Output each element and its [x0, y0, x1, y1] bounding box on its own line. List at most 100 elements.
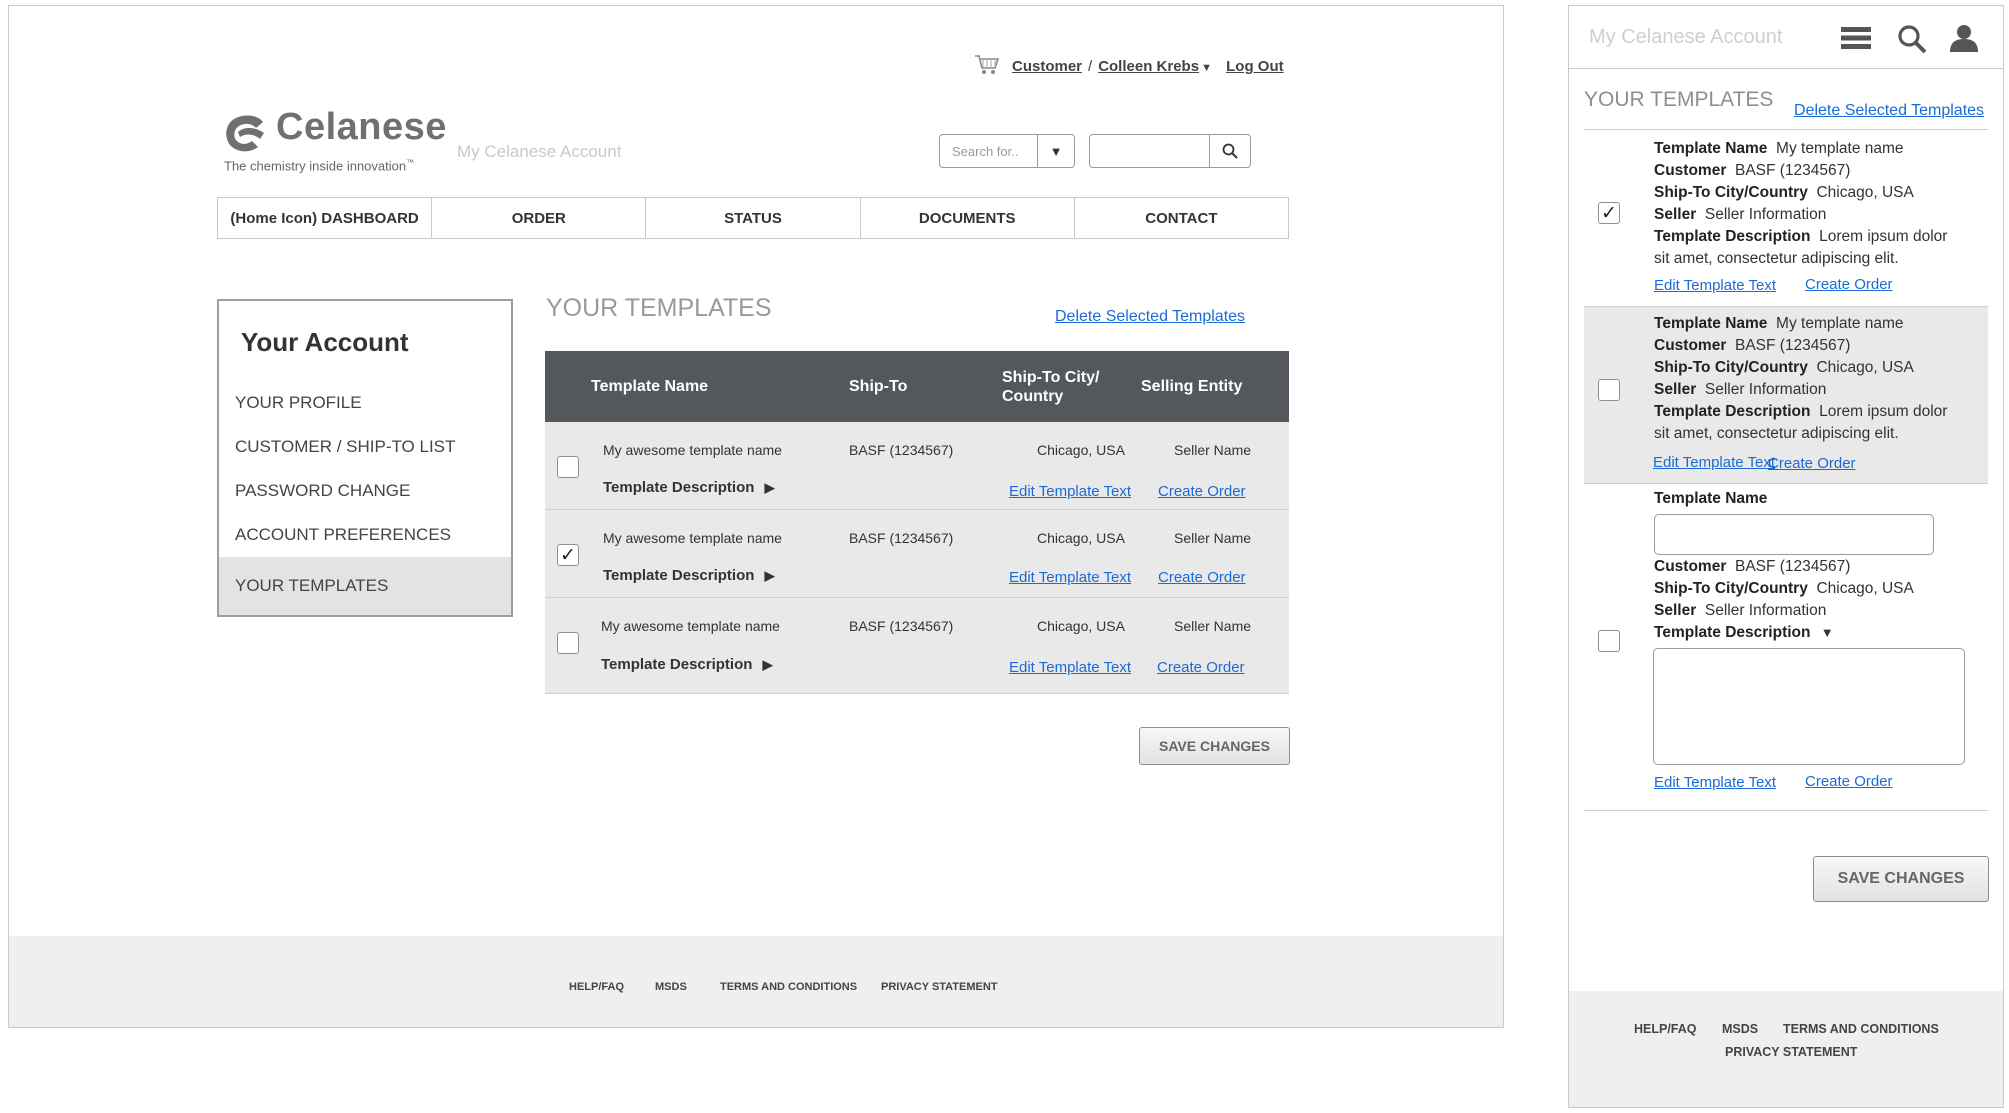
sidebar-item-customer-shipto[interactable]: CUSTOMER / SHIP-TO LIST: [219, 425, 511, 469]
footer-help-link[interactable]: HELP/FAQ: [1634, 1022, 1697, 1036]
row-checkbox[interactable]: [557, 456, 579, 478]
checkmark-icon: ✓: [1601, 202, 1617, 224]
record-checkbox-checked[interactable]: ✓: [1598, 202, 1620, 224]
record-description-cont: sit amet, consectetur adipiscing elit.: [1654, 425, 1899, 442]
record-customer: Customer BASF (1234567): [1654, 558, 1851, 575]
create-order-link[interactable]: Create Order: [1158, 569, 1246, 586]
ship-to: BASF (1234567): [849, 618, 954, 634]
nav-order[interactable]: ORDER: [432, 198, 647, 238]
sidebar-item-preferences[interactable]: ACCOUNT PREFERENCES: [219, 513, 511, 557]
record-name: Template Name My template name: [1654, 140, 1904, 157]
cart-icon[interactable]: [974, 54, 1000, 80]
record-customer: Customer BASF (1234567): [1654, 337, 1851, 354]
customer-link[interactable]: Customer: [1012, 58, 1082, 75]
brand-tagline: The chemistry inside innovation™: [224, 158, 415, 174]
account-sidebar: Your Account YOUR PROFILE CUSTOMER / SHI…: [217, 299, 513, 617]
record-seller: Seller Seller Information: [1654, 602, 1827, 619]
record-name: Template Name My template name: [1654, 315, 1904, 332]
logout-link[interactable]: Log Out: [1226, 58, 1283, 75]
record-checkbox[interactable]: [1598, 630, 1620, 652]
template-description-toggle[interactable]: Template Description ▶: [601, 656, 773, 673]
search-select-placeholder: Search for..: [952, 144, 1019, 159]
create-order-link[interactable]: Create Order: [1768, 455, 1856, 472]
create-order-link[interactable]: Create Order: [1158, 483, 1246, 500]
footer-privacy-link[interactable]: PRIVACY STATEMENT: [1725, 1045, 1857, 1059]
record-description: Template Description Lorem ipsum dolor: [1654, 228, 1948, 245]
edit-template-link[interactable]: Edit Template Text: [1654, 277, 1776, 294]
footer-terms-link[interactable]: TERMS AND CONDITIONS: [720, 981, 857, 993]
site-subtitle: My Celanese Account: [457, 142, 622, 161]
dropdown-arrow-icon[interactable]: ▼: [1037, 135, 1074, 167]
row-checkbox-checked[interactable]: ✓: [557, 544, 579, 566]
city-country: Chicago, USA: [1037, 530, 1125, 546]
edit-template-link[interactable]: Edit Template Text: [1009, 483, 1131, 500]
nav-documents[interactable]: DOCUMENTS: [861, 198, 1075, 238]
nav-contact[interactable]: CONTACT: [1075, 198, 1288, 238]
search-input[interactable]: [1089, 134, 1251, 168]
mobile-delete-selected-link[interactable]: Delete Selected Templates: [1794, 102, 1984, 120]
user-menu[interactable]: Colleen Krebs: [1098, 58, 1199, 75]
caret-right-icon: ▶: [764, 480, 775, 495]
edit-template-link[interactable]: Edit Template Text: [1009, 569, 1131, 586]
user-icon[interactable]: [1949, 24, 1979, 57]
edit-template-link[interactable]: Edit Template Text: [1654, 774, 1776, 791]
footer-help-link[interactable]: HELP/FAQ: [569, 981, 624, 993]
template-name: My awesome template name: [603, 530, 782, 546]
mobile-template-record-edit: Template Name Customer BASF (1234567) Sh…: [1584, 484, 1988, 810]
footer-msds-link[interactable]: MSDS: [655, 981, 687, 993]
city-country: Chicago, USA: [1037, 618, 1125, 634]
utility-bar: Customer / Colleen Krebs ▼ Log Out: [974, 54, 1284, 80]
ship-to: BASF (1234567): [849, 442, 954, 458]
celanese-logo-mark-icon: [226, 115, 264, 152]
footer: HELP/FAQ MSDS TERMS AND CONDITIONS PRIVA…: [9, 936, 1503, 1027]
table-row: My awesome template name Template Descri…: [545, 598, 1289, 694]
footer-terms-link[interactable]: TERMS AND CONDITIONS: [1783, 1022, 1939, 1036]
row-checkbox[interactable]: [557, 632, 579, 654]
record-customer: Customer BASF (1234567): [1654, 162, 1851, 179]
caret-down-icon[interactable]: ▼: [1201, 62, 1212, 74]
record-seller: Seller Seller Information: [1654, 381, 1827, 398]
edit-template-link[interactable]: Edit Template Text: [1009, 659, 1131, 676]
create-order-link[interactable]: Create Order: [1157, 659, 1245, 676]
create-order-link[interactable]: Create Order: [1805, 276, 1893, 293]
selling-entity: Seller Name: [1174, 442, 1252, 458]
edit-template-link[interactable]: Edit Template Text: [1653, 454, 1775, 471]
template-description-textarea[interactable]: [1653, 648, 1965, 765]
mobile-header: My Celanese Account: [1569, 6, 2003, 69]
record-checkbox[interactable]: [1598, 379, 1620, 401]
nav-status[interactable]: STATUS: [646, 198, 861, 238]
ship-to: BASF (1234567): [849, 530, 954, 546]
nav-dashboard[interactable]: (Home Icon) DASHBOARD: [218, 198, 433, 238]
city-country: Chicago, USA: [1037, 442, 1125, 458]
table-row: ✓ My awesome template name Template Desc…: [545, 510, 1289, 598]
sidebar-item-profile[interactable]: YOUR PROFILE: [219, 381, 511, 425]
brand-name: Celanese: [276, 106, 447, 148]
record-seller: Seller Seller Information: [1654, 206, 1827, 223]
mobile-site-title[interactable]: My Celanese Account: [1589, 26, 1782, 49]
col-ship-to: Ship-To: [849, 378, 908, 395]
delete-selected-link[interactable]: Delete Selected Templates: [1055, 308, 1245, 326]
sidebar-item-password[interactable]: PASSWORD CHANGE: [219, 469, 511, 513]
table-row: My awesome template name Template Descri…: [545, 422, 1289, 510]
desktop-frame: Customer / Colleen Krebs ▼ Log Out Celanese…: [8, 5, 1504, 1028]
save-changes-button[interactable]: SAVE CHANGES: [1139, 727, 1290, 765]
search-icon[interactable]: [1209, 135, 1250, 167]
mobile-template-record: Template Name My template name Customer …: [1584, 307, 1988, 483]
sidebar-item-templates[interactable]: YOUR TEMPLATES: [219, 557, 511, 615]
record-description-cont: sit amet, consectetur adipiscing elit.: [1654, 250, 1899, 267]
template-description-toggle[interactable]: Template Description ▶: [603, 479, 775, 496]
mobile-save-changes-button[interactable]: SAVE CHANGES: [1813, 856, 1989, 902]
template-name-input[interactable]: [1654, 514, 1934, 555]
menu-icon[interactable]: [1841, 26, 1871, 55]
search-category-select[interactable]: Search for.. ▼: [939, 134, 1075, 168]
footer-msds-link[interactable]: MSDS: [1722, 1022, 1758, 1036]
record-city: Ship-To City/Country Chicago, USA: [1654, 580, 1914, 597]
search-icon[interactable]: [1897, 24, 1927, 59]
footer-privacy-link[interactable]: PRIVACY STATEMENT: [881, 981, 998, 993]
col-selling-entity: Selling Entity: [1141, 378, 1243, 395]
template-description-toggle[interactable]: Template Description ▶: [603, 567, 775, 584]
create-order-link[interactable]: Create Order: [1805, 773, 1893, 790]
record-description-label[interactable]: Template Description ▼: [1654, 622, 1834, 644]
selling-entity: Seller Name: [1174, 530, 1252, 546]
caret-right-icon: ▶: [762, 657, 773, 672]
